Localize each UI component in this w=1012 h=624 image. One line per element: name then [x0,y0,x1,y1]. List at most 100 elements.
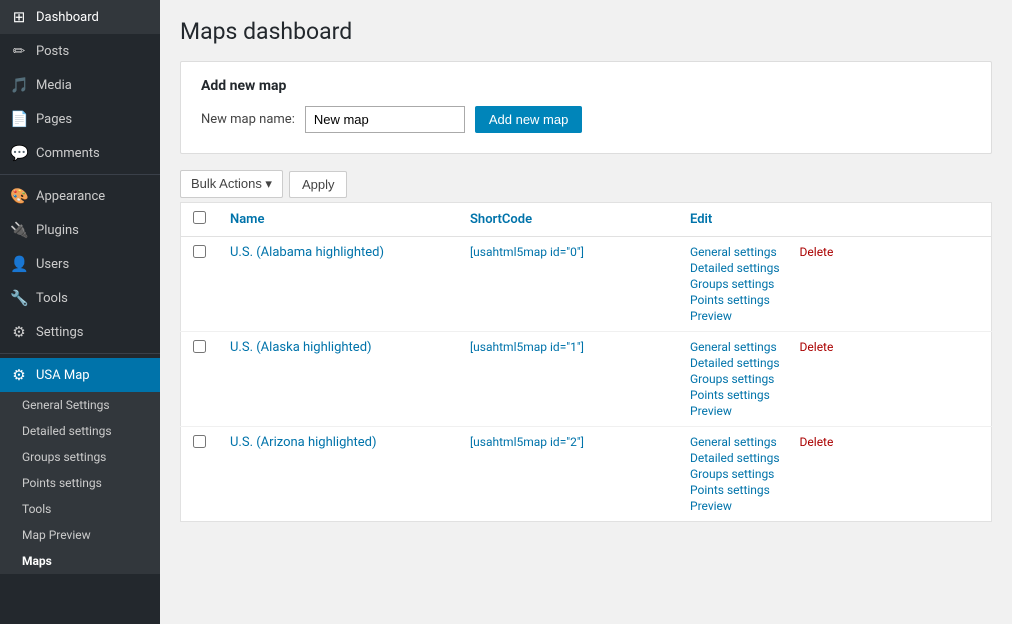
row-checkbox[interactable] [193,340,206,353]
apply-button[interactable]: Apply [289,171,348,198]
delete-link[interactable]: Delete [800,340,834,354]
sidebar-item-label: Tools [36,291,68,306]
sidebar-submenu: General Settings Detailed settings Group… [0,392,160,574]
settings-icon: ⚙ [10,323,28,341]
sidebar-item-label: Media [36,78,72,93]
edit-link-points-settings[interactable]: Points settings [690,293,780,307]
row-name-cell: U.S. (Alabama highlighted) [218,237,458,332]
sidebar-item-dashboard[interactable]: ⊞ Dashboard [0,0,160,34]
sidebar-item-pages[interactable]: 📄 Pages [0,102,160,136]
row-edit-cell: General settings Detailed settings Groups … [678,237,992,332]
row-shortcode: [usahtml5map id="1"] [470,340,584,354]
edit-links: General settings Detailed settings Groups … [690,435,780,513]
edit-link-preview[interactable]: Preview [690,309,780,323]
row-name-cell: U.S. (Alaska highlighted) [218,332,458,427]
sidebar-item-posts[interactable]: ✏ Posts [0,34,160,68]
header-edit: Edit [678,203,992,237]
edit-links: General settings Detailed settings Groups … [690,340,780,418]
posts-icon: ✏ [10,42,28,60]
table-row: U.S. (Alabama highlighted) [usahtml5map i… [181,237,992,332]
header-checkbox-col [181,203,219,237]
sidebar-item-label: Users [36,257,69,272]
pages-icon: 📄 [10,110,28,128]
main-content: Maps dashboard Add new map New map name:… [160,0,1012,624]
edit-link-groups-settings[interactable]: Groups settings [690,277,780,291]
sidebar-sub-points-settings[interactable]: Points settings [0,470,160,496]
toolbar: Bulk Actions ▾ Apply [180,170,992,198]
sidebar-item-label: Plugins [36,223,79,238]
users-icon: 👤 [10,255,28,273]
add-map-box: Add new map New map name: Add new map [180,61,992,154]
table-header-row: Name ShortCode Edit [181,203,992,237]
sidebar: ⊞ Dashboard ✏ Posts 🎵 Media 📄 Pages 💬 Co… [0,0,160,624]
row-checkbox-cell [181,427,219,522]
sidebar-item-usa-map[interactable]: ⚙ USA Map [0,358,160,392]
edit-link-detailed-settings[interactable]: Detailed settings [690,261,780,275]
comments-icon: 💬 [10,144,28,162]
edit-link-points-settings[interactable]: Points settings [690,483,780,497]
row-checkbox-cell [181,332,219,427]
row-name[interactable]: U.S. (Arizona highlighted) [230,435,377,450]
table-row: U.S. (Arizona highlighted) [usahtml5map i… [181,427,992,522]
new-map-name-input[interactable] [305,106,465,133]
sidebar-sub-map-preview[interactable]: Map Preview [0,522,160,548]
add-map-heading: Add new map [201,78,971,94]
row-shortcode: [usahtml5map id="0"] [470,245,584,259]
sidebar-item-media[interactable]: 🎵 Media [0,68,160,102]
add-map-row: New map name: Add new map [201,106,971,133]
table-row: U.S. (Alaska highlighted) [usahtml5map id… [181,332,992,427]
edit-link-preview[interactable]: Preview [690,499,780,513]
row-name[interactable]: U.S. (Alaska highlighted) [230,340,372,355]
edit-link-preview[interactable]: Preview [690,404,780,418]
row-edit-cell: General settings Detailed settings Groups … [678,332,992,427]
sidebar-sub-detailed-settings[interactable]: Detailed settings [0,418,160,444]
edit-link-groups-settings[interactable]: Groups settings [690,467,780,481]
sidebar-item-label: USA Map [36,368,90,383]
sidebar-item-users[interactable]: 👤 Users [0,247,160,281]
edit-link-general-settings[interactable]: General settings [690,340,780,354]
sidebar-sub-tools[interactable]: Tools [0,496,160,522]
row-checkbox[interactable] [193,435,206,448]
media-icon: 🎵 [10,76,28,94]
maps-table: Name ShortCode Edit U.S. (Alabama highli… [180,202,992,522]
tools-icon: 🔧 [10,289,28,307]
delete-link[interactable]: Delete [800,435,834,449]
sidebar-divider [0,174,160,175]
plugins-icon: 🔌 [10,221,28,239]
add-new-map-button[interactable]: Add new map [475,106,583,133]
select-all-checkbox[interactable] [193,211,206,224]
sidebar-item-label: Appearance [36,189,105,204]
sidebar-item-comments[interactable]: 💬 Comments [0,136,160,170]
row-edit-cell: General settings Detailed settings Groups … [678,427,992,522]
sidebar-item-label: Comments [36,146,100,161]
sidebar-divider-2 [0,353,160,354]
edit-link-general-settings[interactable]: General settings [690,435,780,449]
edit-link-groups-settings[interactable]: Groups settings [690,372,780,386]
new-map-name-label: New map name: [201,112,295,127]
sidebar-item-label: Pages [36,112,72,127]
edit-link-general-settings[interactable]: General settings [690,245,780,259]
page-title: Maps dashboard [180,18,992,45]
sidebar-item-settings[interactable]: ⚙ Settings [0,315,160,349]
sidebar-sub-groups-settings[interactable]: Groups settings [0,444,160,470]
row-name[interactable]: U.S. (Alabama highlighted) [230,245,384,260]
sidebar-sub-general-settings[interactable]: General Settings [0,392,160,418]
delete-link[interactable]: Delete [800,245,834,259]
sidebar-item-tools[interactable]: 🔧 Tools [0,281,160,315]
usa-map-icon: ⚙ [10,366,28,384]
row-shortcode: [usahtml5map id="2"] [470,435,584,449]
sidebar-item-label: Settings [36,325,83,340]
bulk-actions-button[interactable]: Bulk Actions ▾ [180,170,283,198]
edit-link-detailed-settings[interactable]: Detailed settings [690,451,780,465]
sidebar-item-appearance[interactable]: 🎨 Appearance [0,179,160,213]
row-shortcode-cell: [usahtml5map id="1"] [458,332,678,427]
edit-links: General settings Detailed settings Groups … [690,245,780,323]
row-checkbox[interactable] [193,245,206,258]
edit-link-points-settings[interactable]: Points settings [690,388,780,402]
sidebar-item-label: Posts [36,44,69,59]
edit-link-detailed-settings[interactable]: Detailed settings [690,356,780,370]
sidebar-item-plugins[interactable]: 🔌 Plugins [0,213,160,247]
header-name: Name [218,203,458,237]
sidebar-item-label: Dashboard [36,10,99,25]
sidebar-sub-maps[interactable]: Maps [0,548,160,574]
